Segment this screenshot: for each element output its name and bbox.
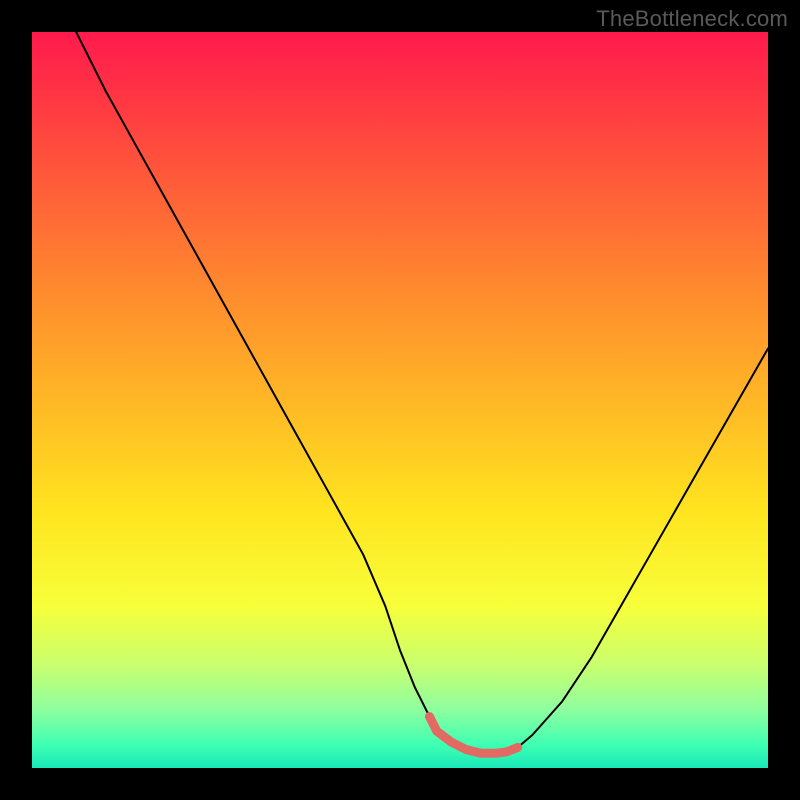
plot-area <box>32 32 768 768</box>
main-curve <box>76 32 768 753</box>
chart-svg <box>32 32 768 768</box>
watermark-label: TheBottleneck.com <box>596 6 788 32</box>
highlight-band <box>429 716 517 753</box>
chart-frame: TheBottleneck.com <box>0 0 800 800</box>
